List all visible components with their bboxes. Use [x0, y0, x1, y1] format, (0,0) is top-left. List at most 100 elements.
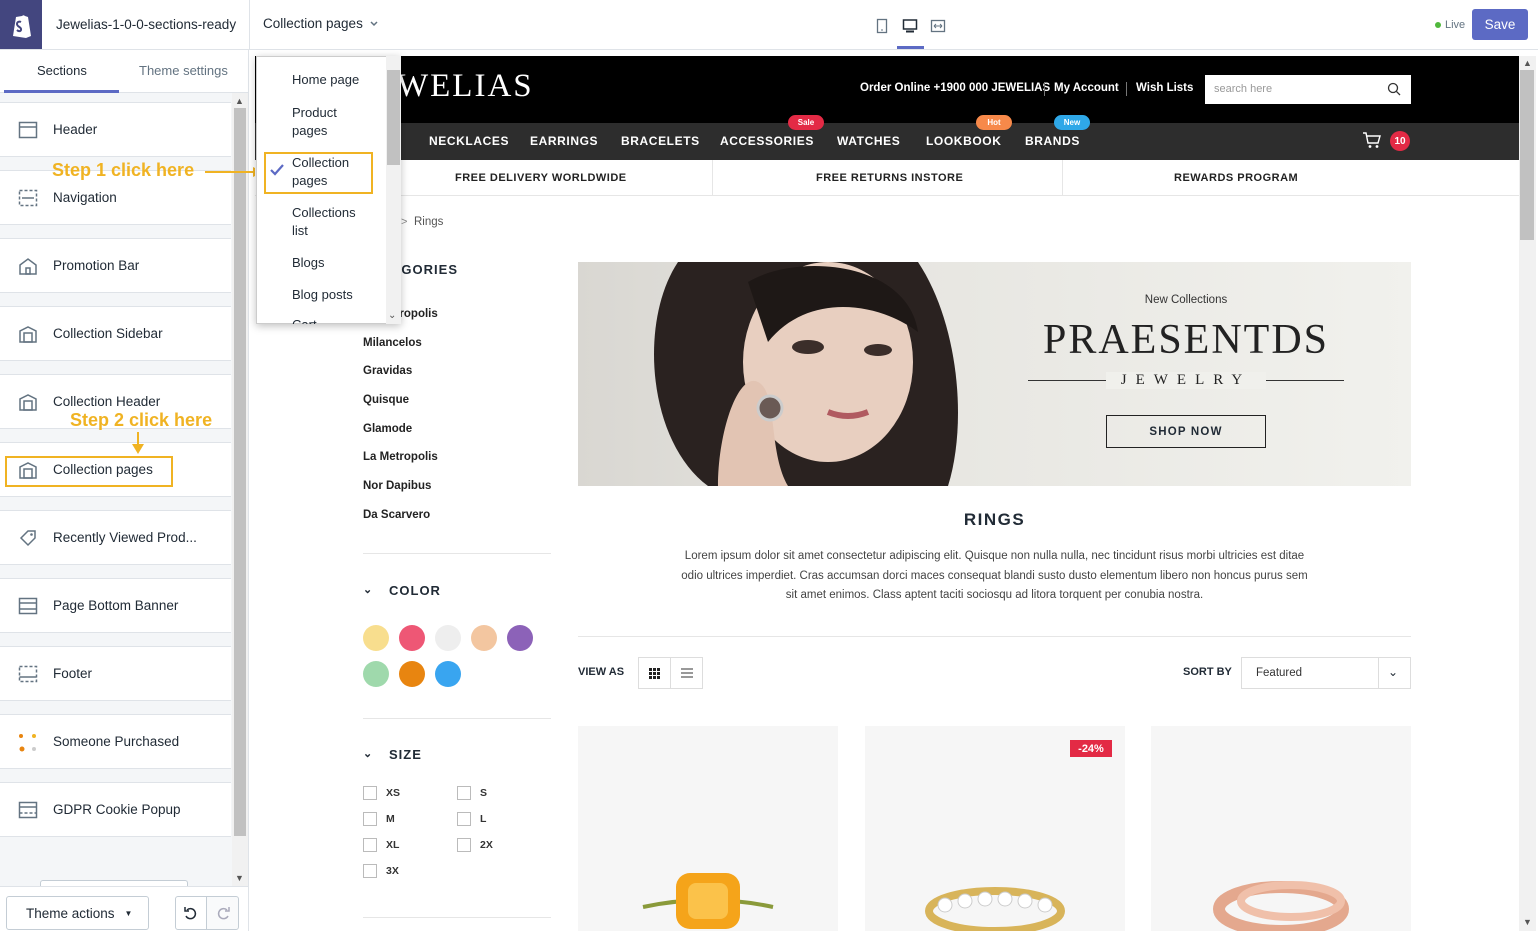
undo-button[interactable]	[175, 896, 207, 930]
banner-icon	[0, 597, 53, 615]
size-checkbox[interactable]	[363, 812, 377, 826]
preview-scrollbar-thumb[interactable]	[1520, 70, 1534, 240]
step1-annotation: Step 1 click here	[52, 160, 195, 180]
add-section-button[interactable]	[40, 880, 188, 886]
dropdown-item-blog-posts[interactable]: Blog posts	[292, 286, 353, 304]
section-label: Collection Header	[53, 394, 161, 409]
size-checkbox[interactable]	[457, 786, 471, 800]
product-card[interactable]	[578, 726, 838, 931]
theme-actions-button[interactable]: Theme actions ▼	[6, 896, 149, 930]
size-checkbox[interactable]	[457, 838, 471, 852]
nav-item-necklaces[interactable]: NECKLACES	[429, 134, 509, 148]
order-online-link[interactable]: Order Online +1900 000 JEWELIAS	[860, 82, 1050, 94]
section-item-page-bottom-banner[interactable]: Page Bottom Banner	[0, 578, 231, 633]
arrow-down-icon	[132, 432, 144, 454]
shopify-logo-icon[interactable]	[0, 0, 42, 49]
nav-item-watches[interactable]: WATCHES	[837, 134, 900, 148]
divider	[249, 0, 250, 49]
page-select-label: Collection pages	[263, 16, 363, 31]
desktop-view-button[interactable]	[898, 14, 922, 38]
nav-item-brands[interactable]: BRANDS	[1025, 134, 1080, 148]
color-swatch[interactable]	[399, 625, 425, 651]
section-label: Recently Viewed Prod...	[53, 530, 197, 545]
size-checkbox[interactable]	[363, 838, 377, 852]
section-item-gdpr-popup[interactable]: GDPR Cookie Popup	[0, 782, 231, 837]
section-label: Promotion Bar	[53, 258, 140, 273]
dropdown-item-product[interactable]: Product pages	[292, 104, 372, 139]
scroll-up-icon[interactable]: ▲	[235, 96, 244, 106]
category-link[interactable]: Da Scarvero	[363, 509, 430, 521]
color-swatch[interactable]	[363, 625, 389, 651]
category-link[interactable]: Quisque	[363, 394, 409, 406]
step2-annotation: Step 2 click here	[70, 410, 213, 430]
mobile-view-button[interactable]	[870, 14, 894, 38]
scroll-down-icon[interactable]: ▼	[235, 873, 244, 883]
tab-theme-settings[interactable]: Theme settings	[139, 63, 228, 78]
shop-now-button[interactable]: SHOP NOW	[1106, 415, 1266, 448]
color-swatch[interactable]	[507, 625, 533, 651]
dropdown-scrollbar-thumb[interactable]	[387, 70, 400, 165]
redo-button[interactable]	[206, 896, 239, 930]
category-link[interactable]: Nor Dapibus	[363, 480, 431, 492]
scroll-up-icon[interactable]: ▲	[1523, 58, 1532, 68]
navigation-icon	[0, 189, 53, 207]
nav-item-earrings[interactable]: EARRINGS	[530, 134, 598, 148]
size-label: M	[386, 813, 395, 825]
section-item-header[interactable]: Header	[0, 102, 231, 157]
promo-delivery: FREE DELIVERY WORLDWIDE	[455, 172, 627, 184]
search-icon[interactable]	[1387, 82, 1401, 96]
size-label: XL	[386, 839, 400, 851]
category-link[interactable]: Milancelos	[363, 337, 422, 349]
list-view-button[interactable]	[670, 657, 703, 689]
dropdown-item-collections-list[interactable]: Collections list	[292, 204, 372, 239]
search-placeholder: search here	[1214, 83, 1273, 95]
size-label: 3X	[386, 865, 399, 877]
color-swatch[interactable]	[435, 625, 461, 651]
theme-actions-label: Theme actions	[26, 905, 115, 921]
chevron-down-icon[interactable]: ⌄	[363, 583, 372, 596]
color-swatch[interactable]	[363, 661, 389, 687]
step1-highlight-box	[264, 152, 373, 194]
fullscreen-view-button[interactable]	[926, 14, 950, 38]
nav-item-bracelets[interactable]: BRACELETS	[621, 134, 700, 148]
category-link[interactable]: Gravidas	[363, 365, 412, 377]
size-checkbox[interactable]	[457, 812, 471, 826]
tab-sections[interactable]: Sections	[37, 63, 87, 78]
sale-badge: Sale	[788, 115, 824, 130]
section-item-promotion-bar[interactable]: Promotion Bar	[0, 238, 231, 293]
section-item-someone-purchased[interactable]: Someone Purchased	[0, 714, 231, 769]
save-button[interactable]: Save	[1472, 9, 1528, 40]
color-swatch[interactable]	[399, 661, 425, 687]
category-link[interactable]: Glamode	[363, 423, 412, 435]
product-card[interactable]	[1151, 726, 1411, 931]
grid-icon	[649, 667, 660, 679]
section-item-recently-viewed[interactable]: Recently Viewed Prod...	[0, 510, 231, 565]
grid-view-button[interactable]	[638, 657, 671, 689]
scroll-down-icon[interactable]: ▼	[1523, 917, 1532, 927]
section-label: GDPR Cookie Popup	[53, 802, 181, 817]
color-swatch[interactable]	[435, 661, 461, 687]
dropdown-item-blogs[interactable]: Blogs	[292, 254, 325, 272]
product-image	[642, 873, 774, 929]
dropdown-item-home[interactable]: Home page	[292, 71, 359, 89]
sidebar-scrollbar-thumb[interactable]	[234, 108, 246, 836]
my-account-link[interactable]: My Account	[1054, 82, 1119, 94]
chevron-down-icon[interactable]: ⌄	[363, 747, 372, 760]
wish-lists-link[interactable]: Wish Lists	[1136, 82, 1193, 94]
cart-icon[interactable]	[1362, 131, 1382, 149]
section-item-collection-sidebar[interactable]: Collection Sidebar	[0, 306, 231, 361]
color-filter-title[interactable]: COLOR	[389, 583, 441, 598]
size-checkbox[interactable]	[363, 864, 377, 878]
page-select-button[interactable]: Collection pages	[263, 16, 379, 31]
nav-item-lookbook[interactable]: LOOKBOOK	[926, 134, 1001, 148]
size-checkbox[interactable]	[363, 786, 377, 800]
dropdown-item-cart[interactable]: Cart	[292, 316, 317, 324]
category-link[interactable]: La Metropolis	[363, 451, 438, 463]
collection-banner[interactable]: New Collections PRAESENTDS JEWELRY SHOP …	[578, 262, 1411, 486]
section-item-footer[interactable]: Footer	[0, 646, 231, 701]
chevron-down-icon[interactable]: ⌄	[388, 310, 396, 321]
nav-item-accessories[interactable]: ACCESSORIES	[720, 134, 814, 148]
divider	[1044, 82, 1045, 96]
size-filter-title[interactable]: SIZE	[389, 747, 422, 762]
color-swatch[interactable]	[471, 625, 497, 651]
